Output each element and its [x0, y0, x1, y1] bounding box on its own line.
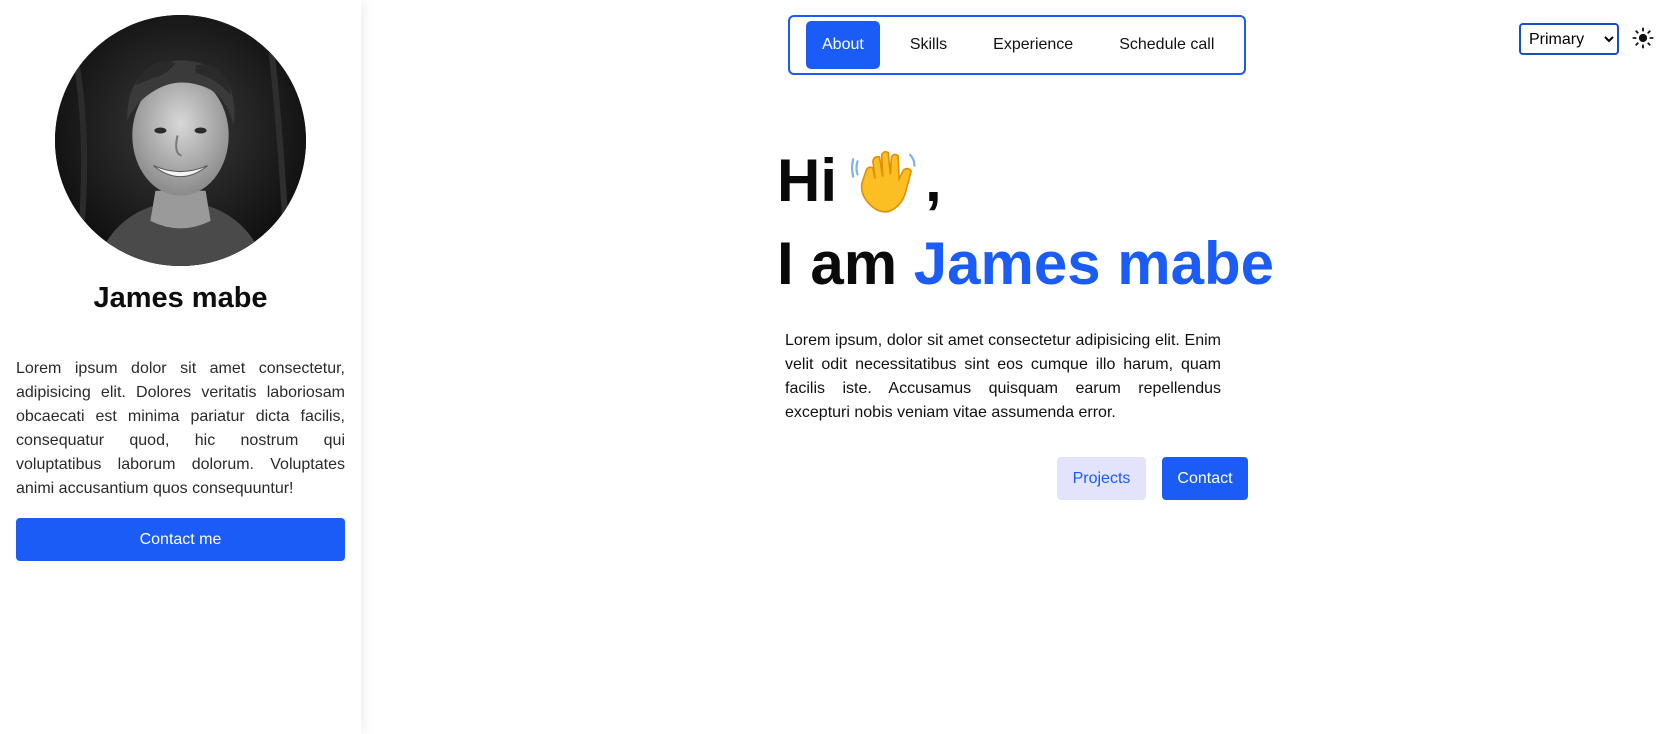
hero-greeting-comma: , — [925, 147, 942, 214]
waving-hand-icon — [851, 151, 916, 213]
top-nav: About Skills Experience Schedule call — [788, 15, 1246, 75]
nav-item-about[interactable]: About — [806, 21, 880, 69]
nav-item-schedule-call[interactable]: Schedule call — [1103, 21, 1230, 69]
hero-intro-prefix: I am — [777, 230, 898, 297]
profile-sidebar: James mabe Lorem ipsum dolor sit amet co… — [0, 0, 361, 734]
theme-color-select[interactable]: Primary — [1519, 23, 1619, 55]
avatar — [55, 15, 306, 266]
profile-bio: Lorem ipsum dolor sit amet consectetur, … — [16, 360, 345, 497]
contact-me-button[interactable]: Contact me — [16, 518, 345, 561]
sun-icon[interactable] — [1632, 27, 1654, 49]
contact-button[interactable]: Contact — [1162, 457, 1248, 500]
nav-item-skills[interactable]: Skills — [894, 21, 963, 69]
hero-intro-name: James mabe — [913, 230, 1274, 297]
hero-greeting: Hi , — [777, 143, 942, 219]
avatar-photo — [55, 15, 306, 266]
nav-item-experience[interactable]: Experience — [977, 21, 1089, 69]
hero-intro: I am James mabe — [777, 226, 1274, 302]
hero-description: Lorem ipsum, dolor sit amet consectetur … — [785, 332, 1221, 421]
hero-greeting-text: Hi — [777, 147, 837, 214]
projects-button[interactable]: Projects — [1057, 457, 1146, 500]
profile-name: James mabe — [93, 282, 268, 314]
